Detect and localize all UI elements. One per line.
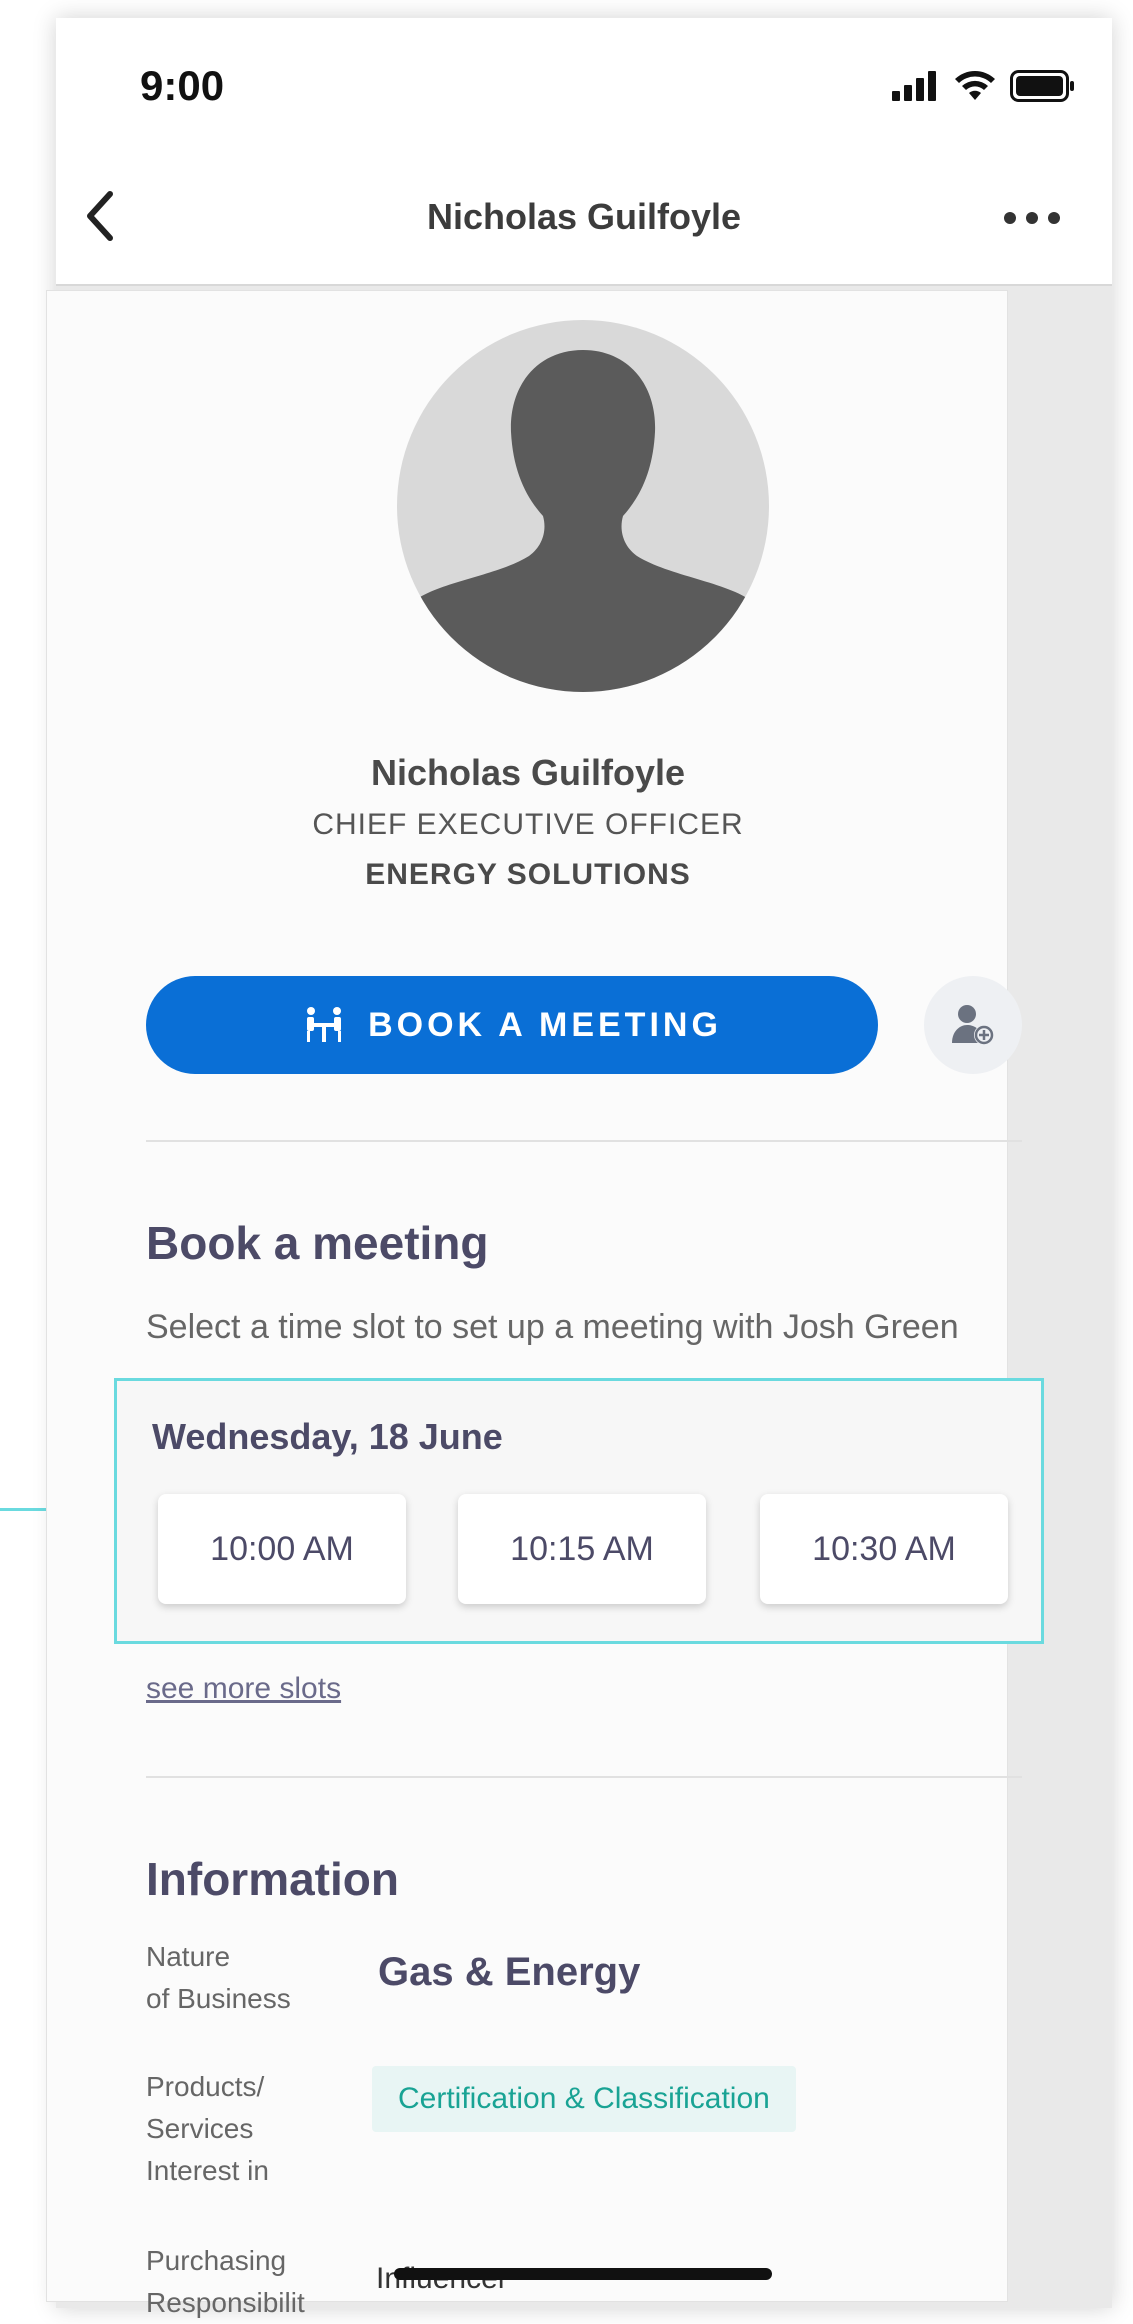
info-label-products-services: Products/ Services Interest in: [146, 2071, 269, 2186]
more-dot-icon: [1026, 212, 1038, 224]
divider: [146, 1140, 1022, 1142]
see-more-slots-link[interactable]: see more slots: [146, 1672, 341, 1706]
book-meeting-subtitle: Select a time slot to set up a meeting w…: [146, 1308, 959, 1346]
book-meeting-label: BOOK A MEETING: [368, 1005, 722, 1044]
meeting-icon: [307, 1007, 342, 1042]
wifi-icon: [955, 71, 995, 100]
status-icons: [892, 66, 1076, 106]
info-value-nature-of-business: Gas & Energy: [378, 1950, 641, 1994]
information-heading: Information: [146, 1853, 399, 1905]
info-label-nature-of-business: Nature of Business: [146, 1941, 291, 2014]
book-meeting-button[interactable]: BOOK A MEETING: [146, 976, 878, 1074]
avatar: [397, 320, 769, 692]
add-user-icon: [952, 1005, 994, 1045]
info-label-purchasing-responsibility: Purchasing Responsibilit: [146, 2245, 305, 2318]
profile-job-title: CHIEF EXECUTIVE OFFICER: [312, 808, 744, 841]
navigation-bar: Nicholas Guilfoyle: [56, 148, 1112, 286]
home-indicator: [394, 2268, 772, 2280]
more-dot-icon: [1004, 212, 1016, 224]
divider: [146, 1776, 1022, 1778]
page-title: Nicholas Guilfoyle: [426, 196, 742, 237]
interest-tag: Certification & Classification: [372, 2066, 796, 2132]
book-meeting-heading: Book a meeting: [146, 1217, 489, 1269]
profile-company: ENERGY SOLUTIONS: [365, 858, 691, 891]
add-contact-button[interactable]: [924, 976, 1022, 1074]
more-dot-icon: [1048, 212, 1060, 224]
signal-icon: [892, 71, 936, 101]
status-time: 9:00: [140, 62, 225, 109]
person-silhouette-icon: [397, 350, 769, 692]
more-options-button[interactable]: [1004, 206, 1064, 230]
slot-date: Wednesday, 18 June: [152, 1416, 503, 1457]
time-slot[interactable]: 10:15 AM: [458, 1494, 706, 1604]
time-slot[interactable]: 10:30 AM: [760, 1494, 1008, 1604]
status-bar: 9:00: [56, 18, 1112, 148]
battery-icon: [1010, 70, 1074, 102]
profile-name: Nicholas Guilfoyle: [370, 752, 686, 793]
time-slot[interactable]: 10:00 AM: [158, 1494, 406, 1604]
